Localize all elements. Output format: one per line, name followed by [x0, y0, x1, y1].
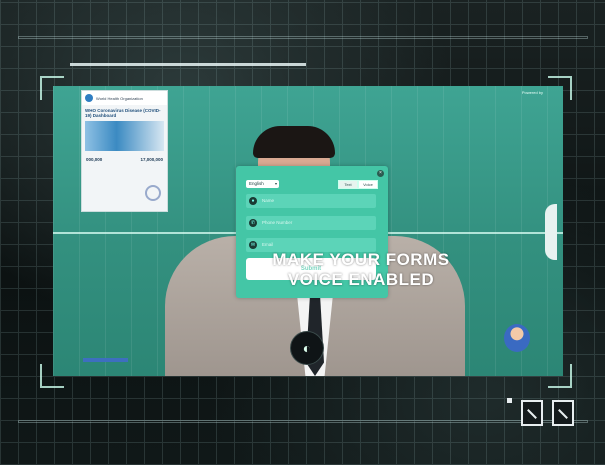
close-icon[interactable]: × [377, 170, 384, 177]
footer-link[interactable] [83, 358, 128, 362]
toggle-text[interactable]: Text [338, 180, 358, 189]
thumbnail-map [85, 121, 164, 151]
thumbnail-chart-icon [145, 185, 161, 201]
phone-icon: ✆ [249, 219, 257, 227]
thumbnail-title: WHO Coronavirus Disease (COVID-19) Dashb… [85, 108, 161, 118]
microphone-icon: ◐ [290, 331, 324, 365]
frame-line-top [18, 36, 588, 39]
headline-line-1: MAKE YOUR FORMS [272, 250, 450, 269]
who-logo-icon [85, 94, 93, 102]
language-select[interactable]: English [246, 180, 279, 188]
toggle-voice[interactable]: Voice [358, 180, 378, 189]
who-dashboard-thumbnail[interactable]: World Health Organization WHO Coronaviru… [81, 90, 168, 212]
headline: MAKE YOUR FORMS VOICE ENABLED [248, 250, 474, 290]
deco-dot [507, 398, 512, 403]
thumbnail-header: World Health Organization [82, 91, 167, 105]
thumbnail-stat-right: 17,000,000 [140, 157, 163, 162]
name-placeholder: Name [262, 198, 275, 203]
phone-field[interactable]: ✆ Phone Number [246, 216, 376, 230]
top-accent-bar [70, 63, 306, 66]
thumbnail-org-name: World Health Organization [96, 95, 143, 101]
presenter-hair [253, 126, 335, 158]
email-icon: ✉ [249, 241, 257, 249]
deco-square-icon-2 [552, 400, 574, 426]
assistant-avatar-icon[interactable] [504, 324, 530, 352]
frame-line-bottom [18, 420, 588, 423]
deco-square-icon-1 [521, 400, 543, 426]
name-field[interactable]: ● Name [246, 194, 376, 208]
powered-by-label: Powered by [521, 90, 543, 95]
phone-placeholder: Phone Number [262, 220, 293, 225]
powered-by: Powered by [522, 90, 543, 95]
input-mode-toggle: Text Voice [338, 180, 378, 189]
user-icon: ● [249, 197, 257, 205]
side-voice-tab[interactable] [545, 204, 557, 260]
thumbnail-stat-left: 000,000 [86, 157, 103, 162]
headline-line-2: VOICE ENABLED [287, 270, 435, 289]
thumbnail-stats: 000,000 17,000,000 [86, 157, 163, 162]
